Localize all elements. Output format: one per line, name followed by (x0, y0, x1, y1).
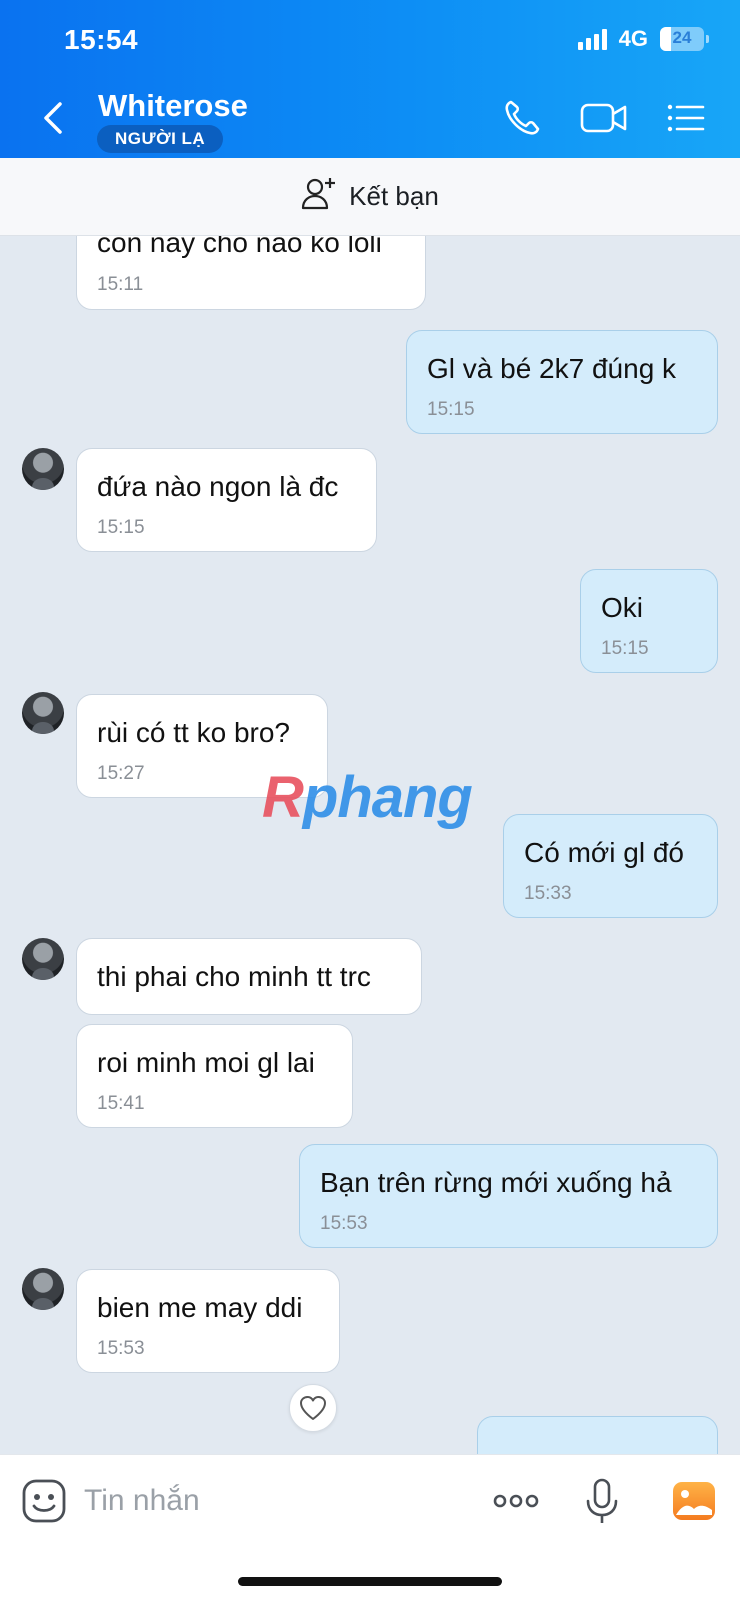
status-time: 15:54 (64, 24, 139, 55)
message-text: đứa nào ngon là đc (97, 471, 339, 502)
add-user-icon (301, 176, 337, 217)
message-time: 15:53 (320, 1213, 368, 1234)
message-time: 15:15 (601, 638, 649, 659)
message-text: Oki (601, 592, 643, 623)
watermark-rest: phang (302, 765, 473, 830)
back-icon[interactable] (34, 98, 74, 138)
chat-header: 15:54 4G 24 Whiterose NGƯỜI LẠ (0, 0, 740, 158)
avatar[interactable] (22, 1268, 64, 1310)
message-bubble-outgoing[interactable]: Gl và bé 2k7 đúng k 15:15 (406, 330, 718, 434)
message-time: 15:27 (97, 763, 145, 784)
menu-list-icon[interactable] (664, 96, 708, 140)
home-indicator (238, 1577, 502, 1586)
video-call-icon[interactable] (579, 96, 629, 140)
network-type: 4G (618, 26, 648, 51)
battery-level: 24 (672, 28, 692, 47)
message-text: roi minh moi gl lai (97, 1047, 315, 1078)
phone-icon[interactable] (500, 96, 544, 140)
message-bubble-incoming[interactable]: bien me may ddi 15:53 (76, 1269, 340, 1373)
stranger-badge: NGƯỜI LẠ (97, 125, 224, 153)
heart-react-icon[interactable] (289, 1384, 337, 1432)
message-bubble-incoming[interactable]: roi minh moi gl lai 15:41 (76, 1024, 353, 1128)
sticker-icon[interactable] (20, 1477, 68, 1525)
gallery-icon[interactable] (670, 1477, 718, 1525)
message-text: rùi có tt ko bro? (97, 717, 290, 748)
watermark-logo: Rphang (262, 764, 473, 831)
watermark-first-letter: R (262, 765, 304, 830)
message-time: 15:41 (97, 1093, 145, 1114)
message-text: Gl và bé 2k7 đúng k (427, 353, 677, 384)
message-time: 15:33 (524, 883, 572, 904)
message-bubble-outgoing[interactable]: Oki 15:15 (580, 569, 718, 673)
microphone-icon[interactable] (578, 1477, 626, 1525)
battery-tip (706, 35, 709, 43)
message-time: 15:11 (97, 274, 144, 295)
message-text: bien me may ddi (97, 1292, 303, 1323)
message-text: Có mới gl đó (524, 837, 684, 868)
battery-icon: 24 (660, 27, 709, 51)
avatar[interactable] (22, 448, 64, 490)
message-text: con nay cho nao ko loli (97, 236, 382, 258)
message-bubble-incoming[interactable]: đứa nào ngon là đc 15:15 (76, 448, 377, 552)
message-text: thi phai cho minh tt trc (97, 961, 371, 992)
message-bubble-incoming[interactable]: con nay cho nao ko loli 15:11 (76, 236, 426, 310)
message-time: 15:53 (97, 1338, 145, 1359)
message-bubble-outgoing-partial[interactable] (477, 1416, 718, 1454)
signal-icon (577, 28, 607, 50)
message-bubble-outgoing[interactable]: Bạn trên rừng mới xuống hả 15:53 (299, 1144, 718, 1248)
add-friend-label: Kết bạn (349, 181, 439, 211)
message-time: 15:15 (427, 399, 475, 420)
add-friend-button[interactable]: Kết bạn (0, 158, 740, 236)
message-composer (0, 1454, 740, 1600)
message-input[interactable] (84, 1477, 464, 1525)
message-time: 15:15 (97, 517, 145, 538)
message-list[interactable]: con nay cho nao ko loli 15:11 Gl và bé 2… (0, 236, 740, 1454)
avatar[interactable] (22, 938, 64, 980)
chat-screen: 15:54 4G 24 Whiterose NGƯỜI LẠ Kết bạn c… (0, 0, 740, 1600)
contact-name[interactable]: Whiterose (98, 88, 248, 124)
status-indicators: 4G 24 (577, 26, 709, 52)
avatar[interactable] (22, 692, 64, 734)
message-bubble-outgoing[interactable]: Có mới gl đó 15:33 (503, 814, 718, 918)
message-text: Bạn trên rừng mới xuống hả (320, 1167, 672, 1198)
message-bubble-incoming[interactable]: thi phai cho minh tt trc (76, 938, 422, 1015)
more-icon[interactable] (490, 1477, 542, 1525)
